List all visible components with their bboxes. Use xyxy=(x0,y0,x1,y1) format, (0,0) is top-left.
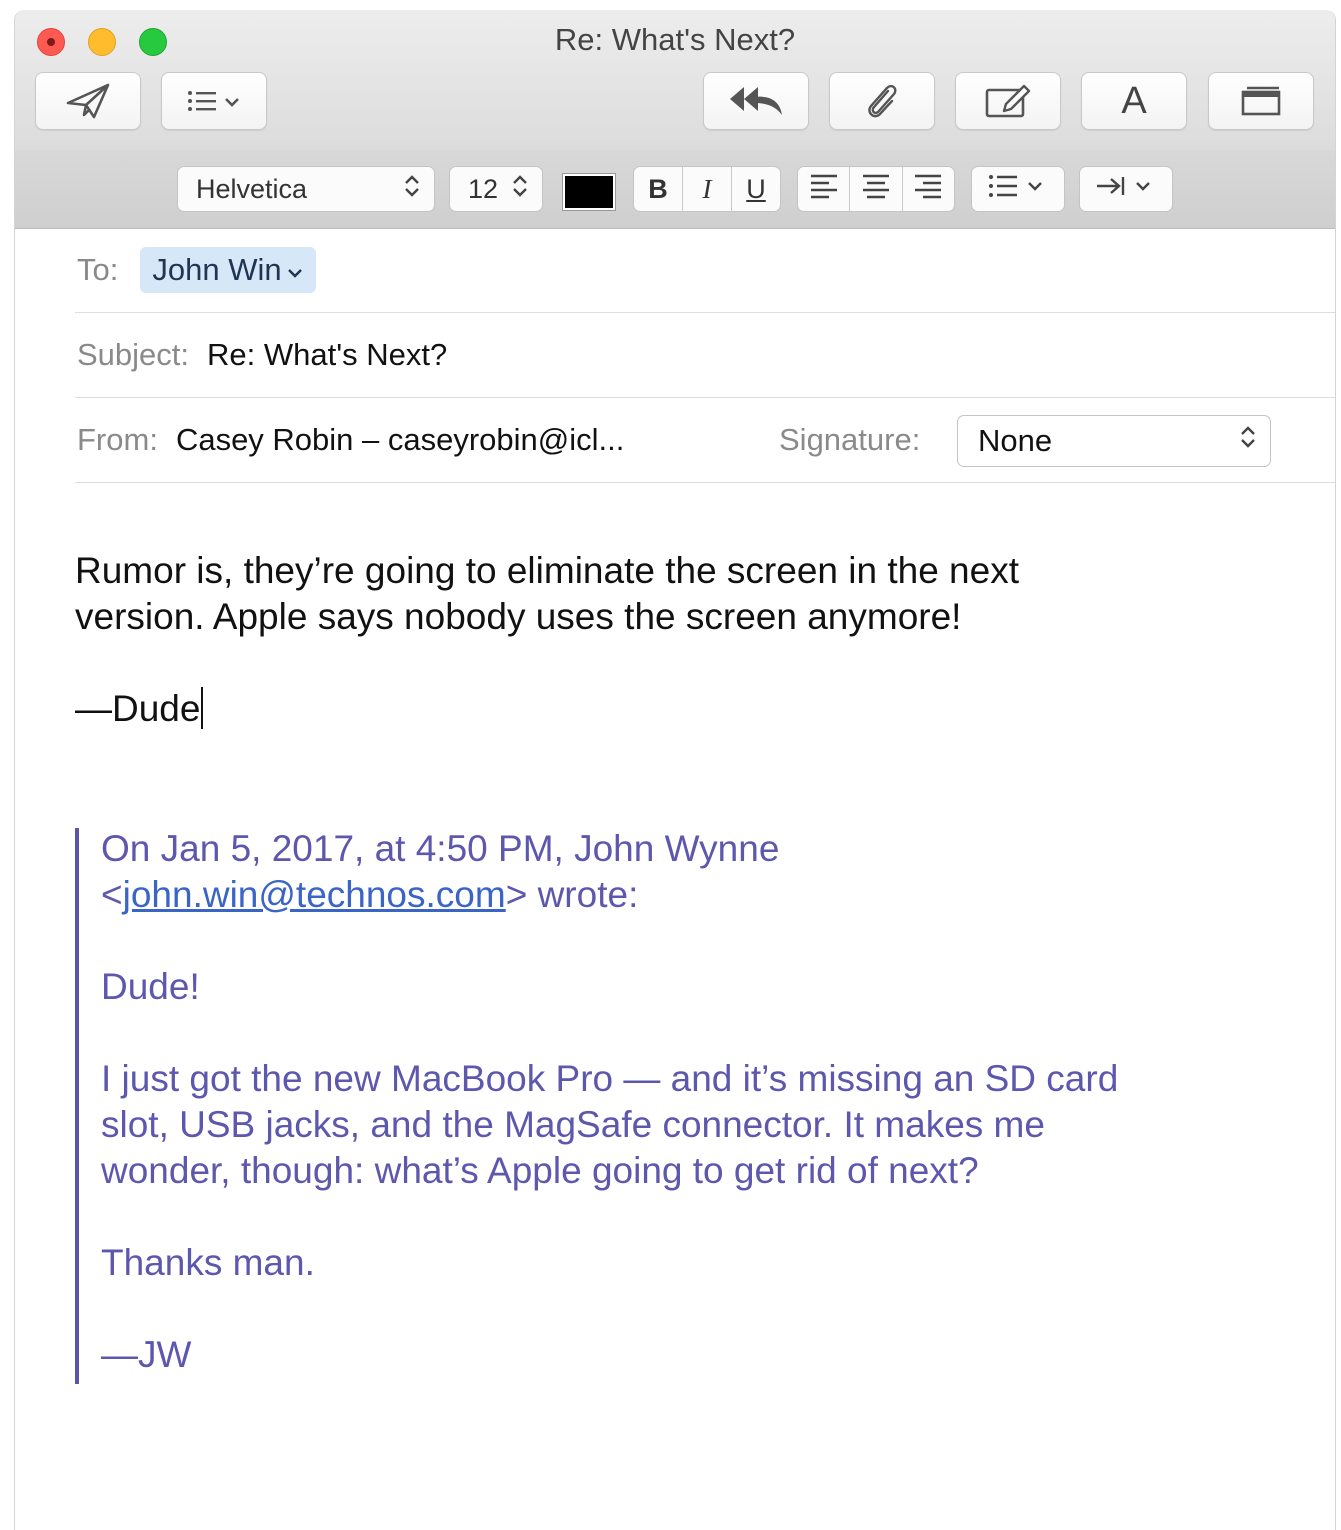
bold-button[interactable]: B xyxy=(634,167,683,211)
to-row: To: John Win xyxy=(75,228,1335,313)
italic-button[interactable]: I xyxy=(683,167,732,211)
signature-value: None xyxy=(978,423,1053,458)
align-left-button[interactable] xyxy=(798,167,851,211)
recipient-token[interactable]: John Win xyxy=(140,247,316,293)
quoted-line: I just got the new MacBook Pro — and it’… xyxy=(101,1058,1119,1099)
signature-label: Signature: xyxy=(779,422,921,457)
to-label: To: xyxy=(77,252,119,287)
format-button[interactable]: A xyxy=(1081,72,1187,130)
font-size-value: 12 xyxy=(468,173,499,204)
text-cursor xyxy=(201,687,204,729)
align-center-icon xyxy=(861,173,891,206)
paper-plane-icon xyxy=(64,81,112,121)
alignment-segmented-control xyxy=(797,166,955,212)
title-toolbar: Re: What's Next? A xyxy=(15,10,1335,151)
text-color-well[interactable] xyxy=(563,174,615,210)
font-family-select[interactable]: Helvetica xyxy=(177,166,435,212)
quoted-signoff: —JW xyxy=(101,1334,192,1375)
quoted-line: wonder, though: what’s Apple going to ge… xyxy=(101,1150,979,1191)
list-style-select[interactable] xyxy=(971,166,1065,212)
quoted-message: On Jan 5, 2017, at 4:50 PM, John Wynne <… xyxy=(101,826,1301,1378)
signoff-line: —Dude xyxy=(75,686,1275,732)
style-segmented-control: B I U xyxy=(633,166,781,212)
sender-email-link[interactable]: john.win@technos.com xyxy=(123,874,506,915)
align-right-button[interactable] xyxy=(903,167,954,211)
window-icon xyxy=(1239,84,1283,118)
bold-label: B xyxy=(648,173,668,204)
photo-browser-icon xyxy=(984,82,1032,120)
include-original-button[interactable] xyxy=(703,72,809,130)
quote-bar xyxy=(75,828,79,1384)
body-line: Rumor is, they’re going to eliminate the… xyxy=(75,550,1019,591)
indent-icon xyxy=(1093,172,1159,207)
stationery-button[interactable] xyxy=(1208,72,1314,130)
attribution-close: > wrote: xyxy=(505,874,639,915)
subject-label: Subject: xyxy=(77,337,190,372)
indent-select[interactable] xyxy=(1079,166,1173,212)
attribution-line: On Jan 5, 2017, at 4:50 PM, John Wynne xyxy=(101,828,780,869)
attribution-line: <john.win@technos.com> wrote: xyxy=(101,872,1301,918)
updown-arrows-icon xyxy=(508,171,542,208)
attach-button[interactable] xyxy=(829,72,935,130)
recipient-name: John Win xyxy=(152,252,282,287)
quoted-line: slot, USB jacks, and the MagSafe connect… xyxy=(101,1104,1045,1145)
quoted-greeting: Dude! xyxy=(101,966,200,1007)
list-dropdown-icon xyxy=(182,86,246,116)
window-title: Re: What's Next? xyxy=(554,22,796,57)
from-label: From: xyxy=(77,422,158,457)
markup-button[interactable] xyxy=(955,72,1061,130)
italic-label: I xyxy=(702,173,712,204)
header-fields-button[interactable] xyxy=(161,72,267,130)
format-bar: Helvetica 12 B I U xyxy=(15,150,1335,229)
body-line: version. Apple says nobody uses the scre… xyxy=(75,596,962,637)
font-family-value: Helvetica xyxy=(196,173,308,204)
paperclip-icon xyxy=(862,81,902,121)
chevron-down-icon xyxy=(282,252,304,288)
font-icon: A xyxy=(1121,79,1147,122)
attribution-open: < xyxy=(101,874,123,915)
align-center-button[interactable] xyxy=(850,167,903,211)
from-row: From: Casey Robin – caseyrobin@icl... Si… xyxy=(75,398,1335,483)
signoff-text: —Dude xyxy=(75,688,201,729)
reply-all-icon xyxy=(726,83,786,119)
align-right-icon xyxy=(913,173,943,206)
underline-button[interactable]: U xyxy=(732,167,780,211)
underline-label: U xyxy=(746,173,766,204)
bulleted-list-icon xyxy=(985,172,1051,207)
quoted-thanks: Thanks man. xyxy=(101,1242,315,1283)
font-size-select[interactable]: 12 xyxy=(449,166,543,212)
signature-select[interactable]: None xyxy=(957,415,1271,467)
updown-arrows-icon xyxy=(1236,422,1270,460)
send-button[interactable] xyxy=(35,72,141,130)
align-left-icon xyxy=(809,173,839,206)
updown-arrows-icon xyxy=(400,171,434,208)
from-field[interactable]: Casey Robin – caseyrobin@icl... xyxy=(176,422,624,458)
message-body[interactable]: Rumor is, they’re going to eliminate the… xyxy=(75,548,1275,732)
compose-window: Re: What's Next? A Helvetica 12 B I U To… xyxy=(14,10,1336,1530)
subject-row: Subject: Re: What's Next? xyxy=(75,313,1335,398)
subject-field[interactable]: Re: What's Next? xyxy=(207,337,447,373)
